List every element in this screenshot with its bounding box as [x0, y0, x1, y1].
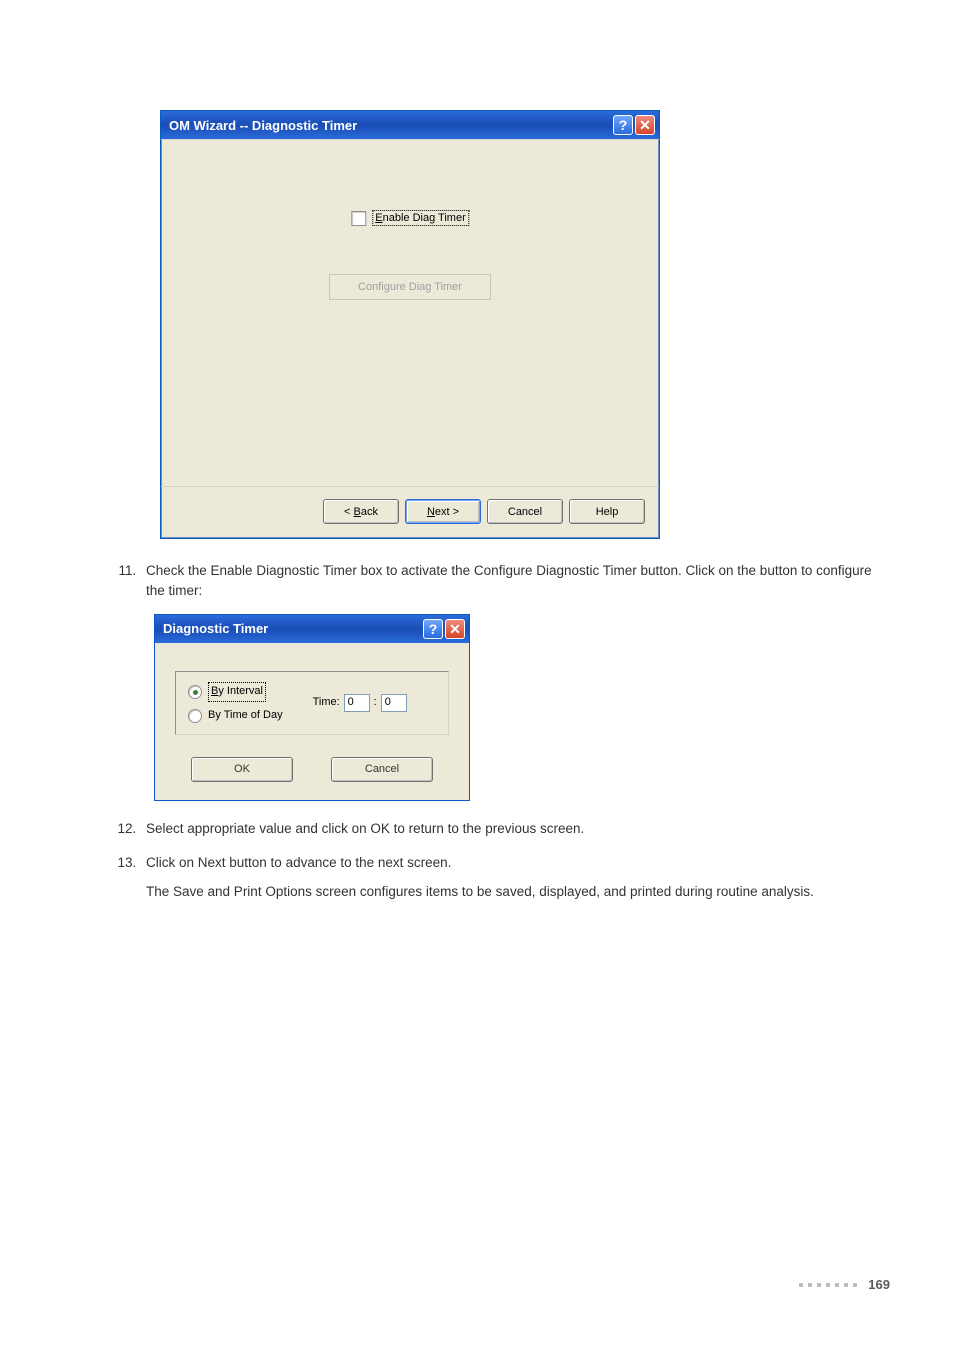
decor-dot — [844, 1283, 848, 1287]
help-icon[interactable]: ? — [613, 115, 633, 135]
dialog-button-row: OK Cancel — [175, 757, 449, 782]
step-13-text: Click on Next button to advance to the n… — [146, 855, 451, 870]
om-wizard-dialog: OM Wizard -- Diagnostic Timer ? ✕ Enable… — [160, 110, 660, 539]
decor-dot — [808, 1283, 812, 1287]
step-13-extra: The Save and Print Options screen config… — [146, 882, 894, 902]
back-button[interactable]: < Back — [323, 499, 399, 524]
time-label: Time: — [313, 695, 340, 711]
step-12: Select appropriate value and click on OK… — [140, 819, 894, 839]
ok-button[interactable]: OK — [191, 757, 293, 782]
cancel-button[interactable]: Cancel — [331, 757, 433, 782]
time-row: Time: 0 : 0 — [313, 694, 407, 712]
page-footer: 169 — [799, 1277, 890, 1292]
decor-dot — [799, 1283, 803, 1287]
titlebar[interactable]: Diagnostic Timer ? ✕ — [155, 615, 469, 643]
step-13: Click on Next button to advance to the n… — [140, 853, 894, 902]
decor-dot — [853, 1283, 857, 1287]
by-interval-radio[interactable]: By Interval — [188, 682, 283, 702]
step-11: Check the Enable Diagnostic Timer box to… — [140, 561, 894, 801]
cancel-button[interactable]: Cancel — [487, 499, 563, 524]
close-icon[interactable]: ✕ — [635, 115, 655, 135]
help-icon[interactable]: ? — [423, 619, 443, 639]
radio-group: By Interval By Time of Day — [188, 682, 283, 724]
time-hours-input[interactable]: 0 — [344, 694, 370, 712]
by-time-of-day-label: By Time of Day — [208, 708, 283, 724]
wizard-button-row: < Back Next > Cancel Help — [161, 486, 659, 524]
window-title: OM Wizard -- Diagnostic Timer — [169, 118, 611, 133]
close-icon[interactable]: ✕ — [445, 619, 465, 639]
instruction-list: Check the Enable Diagnostic Timer box to… — [100, 561, 894, 902]
configure-diag-timer-button: Configure Diag Timer — [329, 274, 491, 300]
enable-diag-timer-checkbox[interactable] — [351, 211, 366, 226]
timer-group: By Interval By Time of Day Time: 0 : 0 — [175, 671, 449, 735]
page-number: 169 — [868, 1277, 890, 1292]
by-time-of-day-radio[interactable]: By Time of Day — [188, 708, 283, 724]
time-minutes-input[interactable]: 0 — [381, 694, 407, 712]
decor-dot — [817, 1283, 821, 1287]
decor-dot — [835, 1283, 839, 1287]
dialog-body: By Interval By Time of Day Time: 0 : 0 — [155, 643, 469, 800]
enable-diag-timer-label: Enable Diag Timer — [375, 212, 466, 224]
help-button[interactable]: Help — [569, 499, 645, 524]
step-12-text: Select appropriate value and click on OK… — [146, 821, 584, 836]
decor-dot — [826, 1283, 830, 1287]
enable-diag-timer-row[interactable]: Enable Diag Timer — [351, 210, 469, 226]
time-separator: : — [374, 695, 377, 711]
step-11-text: Check the Enable Diagnostic Timer box to… — [146, 563, 872, 598]
window-title: Diagnostic Timer — [163, 620, 421, 639]
by-interval-label: By Interval — [211, 685, 263, 697]
titlebar[interactable]: OM Wizard -- Diagnostic Timer ? ✕ — [161, 111, 659, 139]
next-button[interactable]: Next > — [405, 499, 481, 524]
radio-icon[interactable] — [188, 685, 202, 699]
radio-icon[interactable] — [188, 709, 202, 723]
diagnostic-timer-dialog: Diagnostic Timer ? ✕ By Interval — [154, 614, 470, 801]
dialog-body: Enable Diag Timer Configure Diag Timer <… — [161, 139, 659, 538]
